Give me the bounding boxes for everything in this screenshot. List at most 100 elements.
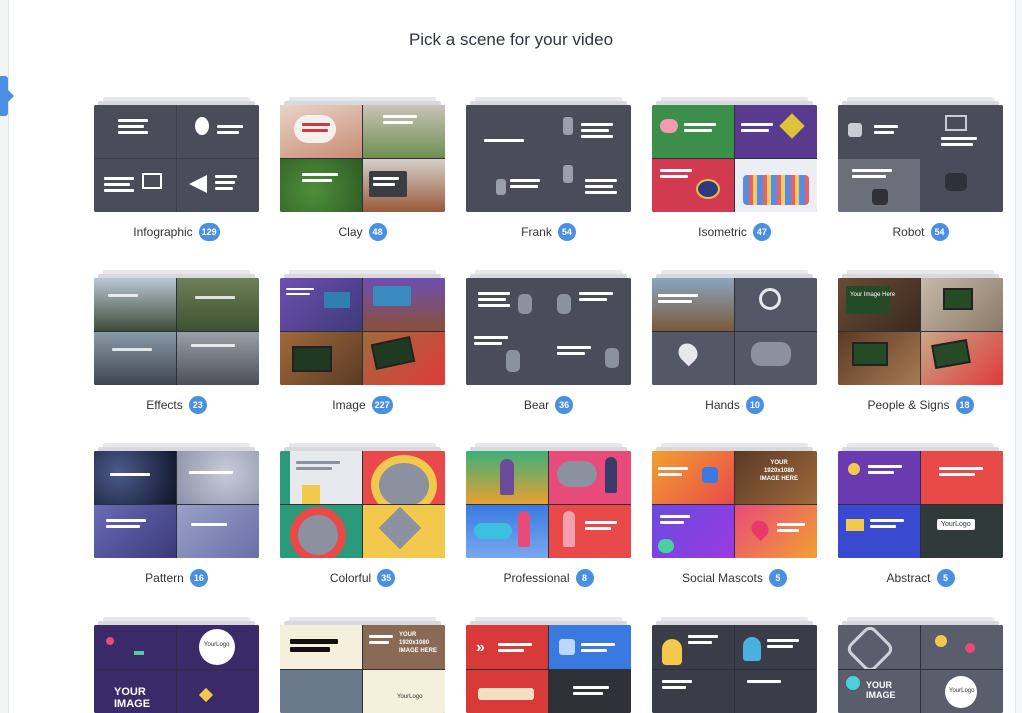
- scene-thumbnail[interactable]: [280, 451, 445, 558]
- scene-card-infographic[interactable]: Infographic 129: [94, 97, 259, 241]
- color-stripe: [280, 451, 290, 504]
- scene-card-row4-1[interactable]: YourLogo YOUR IMAGE: [94, 617, 259, 713]
- scene-card-people-signs[interactable]: Your Image Here People & Signs 18: [838, 270, 1003, 414]
- person-icon: [518, 511, 530, 547]
- scene-card-clay[interactable]: Clay 48: [280, 97, 445, 241]
- sidebar-toggle-button[interactable]: [0, 76, 14, 116]
- speech-bubble: [474, 523, 512, 539]
- scene-count-badge: 10: [745, 396, 764, 414]
- robot-face-icon: [872, 189, 888, 205]
- scene-thumbnail[interactable]: YOUR IMAGE YourLogo: [838, 625, 1003, 713]
- scene-thumbnail[interactable]: [652, 278, 817, 385]
- scene-card-pattern[interactable]: Pattern 16: [94, 443, 259, 587]
- scene-thumbnail[interactable]: [280, 278, 445, 385]
- chart-board-icon: [142, 173, 162, 189]
- crowd-icon: [743, 175, 809, 205]
- scene-thumbnail[interactable]: [466, 105, 631, 212]
- scrollbar[interactable]: [1015, 0, 1022, 713]
- dot-shape: [965, 643, 975, 653]
- scene-name: Pattern: [145, 571, 184, 585]
- scene-name: Infographic: [133, 225, 193, 239]
- mascot-icon: [662, 639, 682, 665]
- scene-count-badge: 5: [768, 569, 787, 587]
- scene-label: Infographic 129: [94, 222, 259, 242]
- scene-thumbnail[interactable]: YourLogo: [838, 451, 1003, 558]
- scene-card-row4-2[interactable]: YOUR 1920x1080 IMAGE HERE YourLogo: [280, 617, 445, 713]
- dot-shape: [846, 675, 860, 690]
- scene-count-badge: 5: [936, 569, 955, 587]
- scene-card-isometric[interactable]: Isometric 47: [652, 97, 817, 241]
- scene-card-abstract[interactable]: YourLogo Abstract 5: [838, 443, 1003, 587]
- mascot-icon: [658, 539, 674, 553]
- scene-thumbnail[interactable]: [94, 278, 259, 385]
- scene-thumbnail[interactable]: YOUR 1920x1080 IMAGE HERE: [652, 451, 817, 558]
- scene-card-row4-3[interactable]: »: [466, 617, 631, 713]
- scene-thumbnail[interactable]: [652, 625, 817, 713]
- ring-shape: [290, 507, 346, 558]
- confetti-shape: [106, 637, 114, 645]
- scene-card-professional[interactable]: Professional 8: [466, 443, 631, 587]
- mascot-icon: [702, 467, 718, 483]
- image-placeholder-text: YOUR IMAGE: [866, 679, 896, 700]
- bear-icon: [557, 294, 571, 314]
- scene-card-robot[interactable]: Robot 54: [838, 97, 1003, 241]
- scene-name: Isometric: [698, 225, 747, 239]
- scene-thumbnail[interactable]: YOUR 1920x1080 IMAGE HERE YourLogo: [280, 625, 445, 713]
- logo-text: YourLogo: [949, 687, 975, 694]
- scene-card-row4-5[interactable]: YOUR IMAGE YourLogo: [838, 617, 1003, 713]
- scene-card-hands[interactable]: Hands 10: [652, 270, 817, 414]
- person-icon: [500, 459, 514, 495]
- scene-label: Effects 23: [94, 395, 259, 415]
- tablet-icon: [370, 336, 416, 370]
- abstract-shape: [846, 519, 864, 531]
- scene-name: Frank: [521, 225, 552, 239]
- bear-icon: [506, 350, 520, 372]
- scene-label: Colorful 35: [280, 568, 445, 588]
- scene-label: Isometric 47: [652, 222, 817, 242]
- color-block: [302, 485, 320, 504]
- scene-card-image[interactable]: Image 227: [280, 270, 445, 414]
- scene-count-badge: 8: [575, 569, 594, 587]
- scene-label: Abstract 5: [838, 568, 1003, 588]
- person-icon: [605, 457, 617, 493]
- scene-count-badge: 227: [371, 396, 393, 414]
- scene-name: Professional: [503, 571, 570, 585]
- scene-label: Social Mascots 5: [652, 568, 817, 588]
- scene-card-bear[interactable]: Bear 36: [466, 270, 631, 414]
- scene-thumbnail[interactable]: [652, 105, 817, 212]
- chevrons-icon: »: [476, 639, 485, 656]
- scene-thumbnail[interactable]: [466, 451, 631, 558]
- ring-shape: [844, 625, 896, 669]
- scene-count-badge: 54: [557, 223, 576, 241]
- scene-name: Colorful: [329, 571, 372, 585]
- scene-name: Clay: [338, 225, 363, 239]
- tablet-icon: [292, 346, 332, 372]
- logo-text: YourLogo: [397, 693, 423, 700]
- confetti-shape: [198, 687, 214, 702]
- scene-thumbnail[interactable]: »: [466, 625, 631, 713]
- scene-thumbnail[interactable]: YourLogo YOUR IMAGE: [94, 625, 259, 713]
- scene-thumbnail[interactable]: Your Image Here: [838, 278, 1003, 385]
- ring-shape: [371, 455, 437, 504]
- robot-claw-icon: [848, 123, 862, 137]
- tablet-icon: [846, 286, 890, 314]
- dot-shape: [935, 635, 947, 647]
- thumbs-up-icon: [559, 639, 575, 655]
- scene-card-colorful[interactable]: Colorful 35: [280, 443, 445, 587]
- scene-label: Hands 10: [652, 395, 817, 415]
- scene-card-effects[interactable]: Effects 23: [94, 270, 259, 414]
- scene-name: Social Mascots: [682, 571, 763, 585]
- scene-thumbnail[interactable]: [94, 451, 259, 558]
- piggy-bank-icon: [660, 119, 678, 133]
- scene-name: People & Signs: [867, 398, 950, 412]
- image-placeholder-text: YOUR 1920x1080 IMAGE HERE: [759, 460, 798, 482]
- scene-thumbnail[interactable]: [94, 105, 259, 212]
- robot-character-icon: [563, 117, 573, 135]
- scene-card-frank[interactable]: Frank 54: [466, 97, 631, 241]
- scene-thumbnail[interactable]: [466, 278, 631, 385]
- scene-thumbnail[interactable]: [838, 105, 1003, 212]
- scene-thumbnail[interactable]: [280, 105, 445, 212]
- scene-card-row4-4[interactable]: [652, 617, 817, 713]
- scene-card-social-mascots[interactable]: YOUR 1920x1080 IMAGE HERE Social Mascots…: [652, 443, 817, 587]
- logo-badge: YourLogo: [937, 519, 975, 530]
